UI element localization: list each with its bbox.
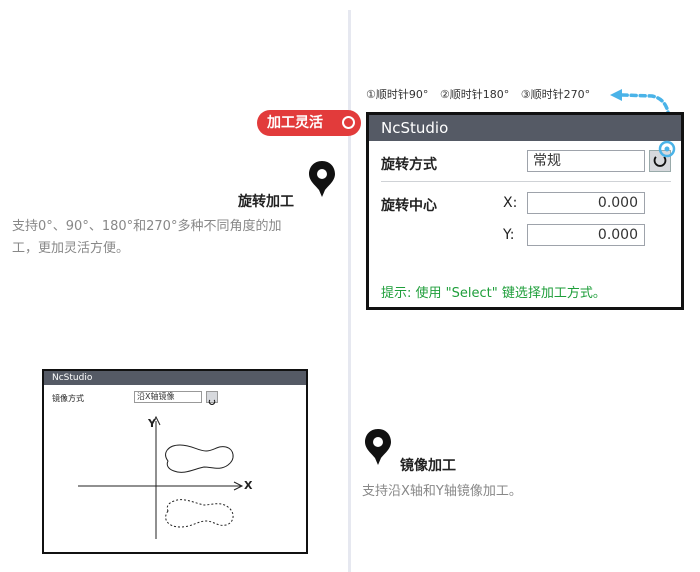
rotation-mode-label: 旋转方式 xyxy=(381,157,437,173)
mirror-window: NcStudio 镜像方式 沿X轴镜像 Y X xyxy=(42,369,308,554)
map-pin-icon xyxy=(309,161,335,197)
ncstudio-window: NcStudio 旋转方式 常规 旋转中心 X: 0.000 Y: 0.000 … xyxy=(366,112,684,310)
window-title: NcStudio xyxy=(44,371,306,385)
refresh-button[interactable] xyxy=(206,391,218,405)
rotation-description: 支持0°、90°、180°和270°多种不同角度的加 工，更加灵活方便。 xyxy=(12,216,346,260)
mirror-diagram xyxy=(78,415,244,539)
y-axis-label: Y xyxy=(148,417,156,430)
timeline-line xyxy=(348,10,351,572)
mirror-mode-label: 镜像方式 xyxy=(52,394,84,403)
option-180: ②顺时针180° xyxy=(439,88,510,101)
badge-label: 加工灵活 xyxy=(267,115,323,131)
y-label: Y: xyxy=(503,227,515,243)
mirrored-shape xyxy=(165,499,234,528)
window-title: NcStudio xyxy=(369,115,681,141)
x-axis-label: X xyxy=(244,479,253,492)
refresh-icon xyxy=(208,399,216,405)
rotation-center-label: 旋转中心 xyxy=(381,198,437,214)
rotation-options: ①顺时针90° ②顺时针180° ③顺时针270° xyxy=(366,86,598,102)
highlight-circle-icon xyxy=(658,140,676,158)
x-input[interactable]: 0.000 xyxy=(527,192,645,214)
hint-text: 提示: 使用 "Select" 键选择加工方式。 xyxy=(381,286,606,301)
mirror-description: 支持沿X轴和Y轴镜像加工。 xyxy=(362,484,522,499)
x-label: X: xyxy=(503,195,518,211)
divider xyxy=(381,181,671,182)
map-pin-icon xyxy=(365,429,391,465)
rotation-title: 旋转加工 xyxy=(238,194,294,210)
original-shape xyxy=(165,444,234,473)
y-input[interactable]: 0.000 xyxy=(527,224,645,246)
rotation-description-line: 工，更加灵活方便。 xyxy=(12,241,130,256)
badge-ring-icon xyxy=(342,116,355,129)
option-270: ③顺时针270° xyxy=(520,88,591,101)
mirror-title: 镜像加工 xyxy=(400,458,456,474)
rotation-mode-select[interactable]: 常规 xyxy=(527,150,645,172)
flexible-badge: 加工灵活 xyxy=(257,110,361,136)
rotation-description-line: 支持0°、90°、180°和270°多种不同角度的加 xyxy=(12,219,282,234)
option-90: ①顺时针90° xyxy=(366,88,429,101)
mirror-mode-select[interactable]: 沿X轴镜像 xyxy=(134,391,202,403)
